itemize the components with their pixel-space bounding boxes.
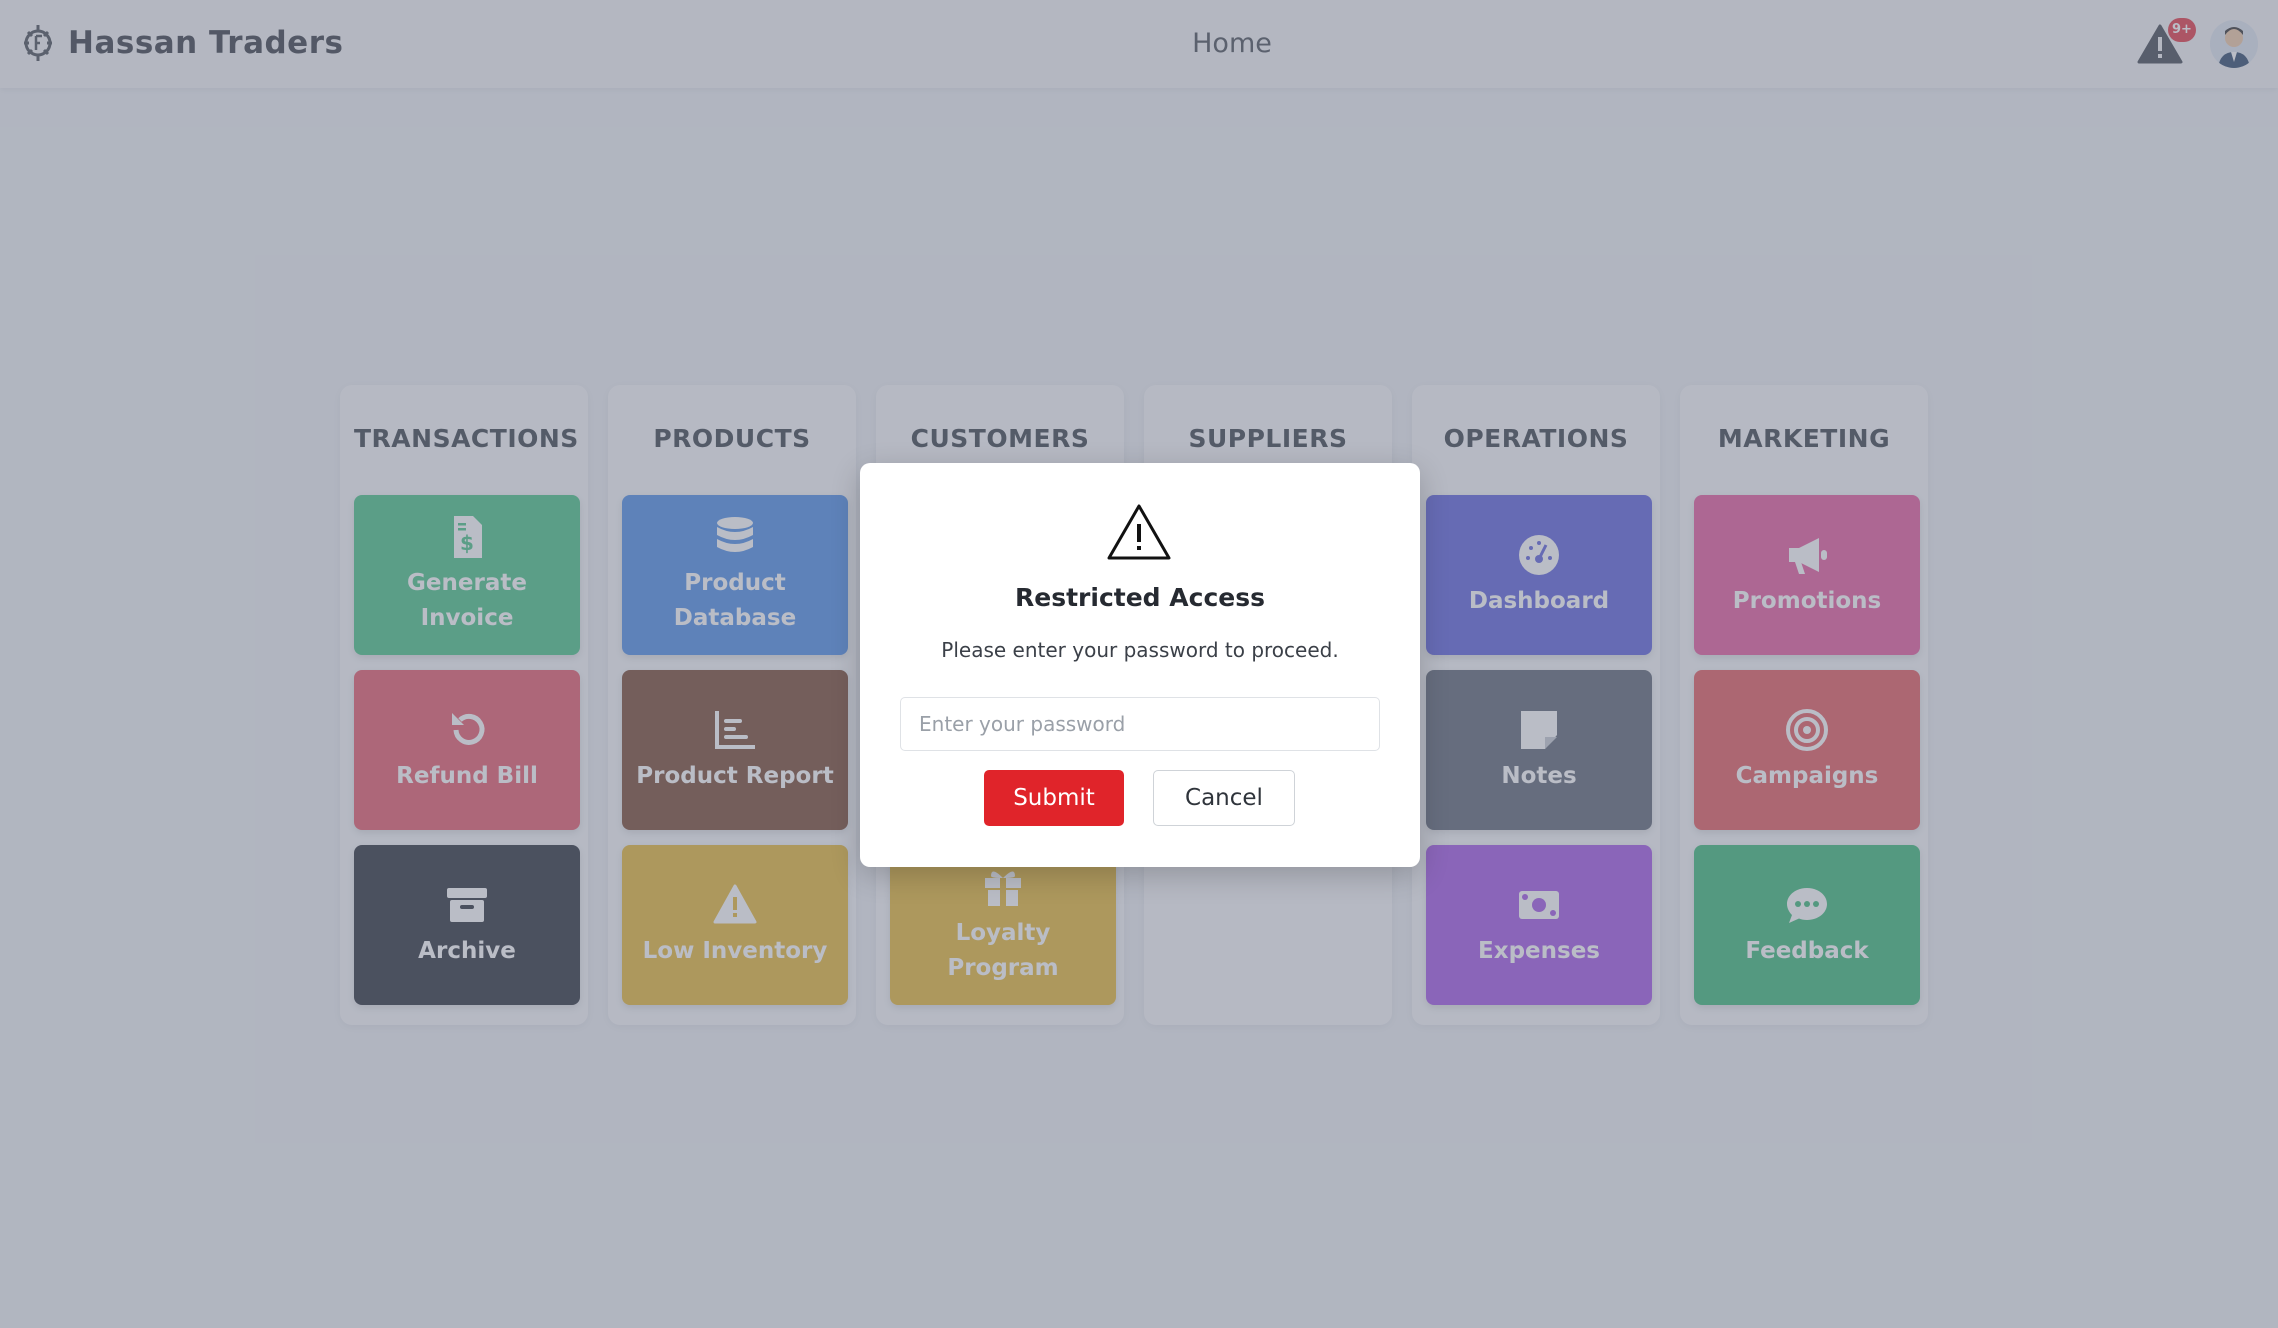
warning-icon (1107, 504, 1171, 560)
modal-message: Please enter your password to proceed. (941, 638, 1339, 662)
restricted-access-modal: Restricted Access Please enter your pass… (860, 463, 1420, 867)
submit-button[interactable]: Submit (984, 770, 1124, 826)
password-input[interactable] (900, 697, 1380, 751)
modal-title: Restricted Access (1015, 583, 1265, 612)
cancel-button[interactable]: Cancel (1153, 770, 1295, 826)
